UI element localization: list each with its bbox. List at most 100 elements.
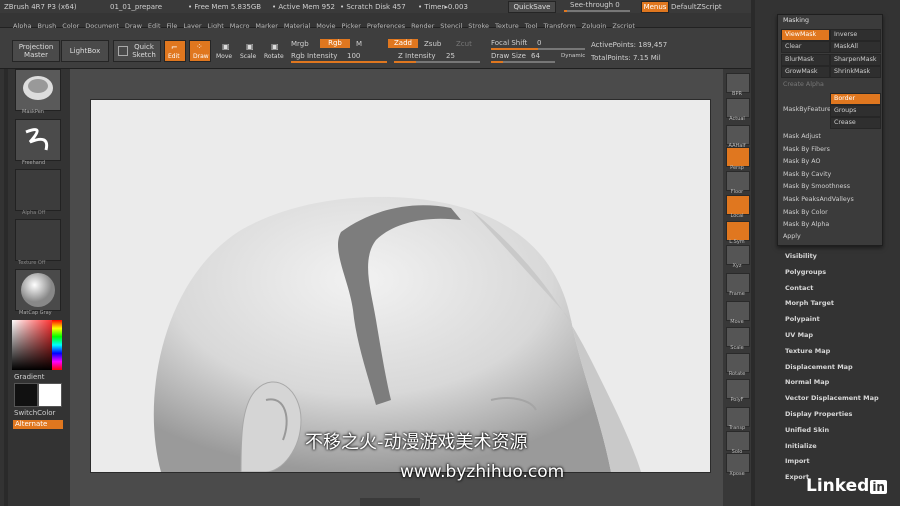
quick-sketch-button[interactable]: Quick Sketch: [113, 40, 161, 62]
alpha-thumbnail[interactable]: [15, 169, 61, 211]
blurmask-button[interactable]: BlurMask: [781, 54, 830, 66]
subpalette-displacement-map[interactable]: Displacement Map: [785, 363, 853, 371]
projection-master-button[interactable]: Projection Master: [12, 40, 60, 62]
rgb-intensity-slider[interactable]: Rgb Intensity 100: [291, 51, 387, 63]
primary-color-swatch[interactable]: [14, 383, 38, 407]
default-zscript-button[interactable]: DefaultZScript: [671, 3, 722, 11]
rotate-button[interactable]: ▣ Rotate: [263, 40, 287, 62]
tool-button-move[interactable]: [726, 301, 750, 321]
mask-item-mask-adjust[interactable]: Mask Adjust: [783, 133, 821, 140]
subpalette-import[interactable]: Import: [785, 457, 810, 465]
tool-button-scale[interactable]: [726, 327, 750, 347]
rotate-label: Rotate: [264, 53, 284, 60]
z-intensity-slider[interactable]: Z Intensity 25: [394, 51, 482, 63]
sharpenmask-button[interactable]: SharpenMask: [830, 54, 881, 66]
tool-button-solo[interactable]: [726, 431, 750, 451]
m-button[interactable]: M: [356, 40, 362, 48]
tool-button-polyf[interactable]: [726, 379, 750, 399]
mrgb-button[interactable]: Mrgb: [291, 40, 309, 48]
draw-button[interactable]: ⁘ Draw: [189, 40, 211, 62]
tool-button-actual[interactable]: [726, 98, 750, 118]
subpalette-unified-skin[interactable]: Unified Skin: [785, 426, 829, 434]
switchcolor-button[interactable]: SwitchColor: [14, 409, 55, 417]
scale-button[interactable]: ▣ Scale: [238, 40, 260, 62]
subpalette-visibility[interactable]: Visibility: [785, 252, 817, 260]
material-thumbnail[interactable]: [15, 269, 61, 311]
tool-button-rotate[interactable]: [726, 353, 750, 373]
viewport-canvas[interactable]: [90, 99, 711, 473]
see-through-slider[interactable]: See-through 0: [560, 0, 636, 12]
clear-button[interactable]: Clear: [781, 41, 830, 53]
draw-size-value: 64: [531, 52, 540, 60]
maskbyfeature-button[interactable]: MaskByFeature: [783, 106, 831, 113]
tool-button-l-sym[interactable]: [726, 221, 750, 241]
growmask-button[interactable]: GrowMask: [781, 66, 830, 78]
tool-button-transp[interactable]: [726, 407, 750, 427]
inverse-button[interactable]: Inverse: [830, 29, 881, 41]
create-alpha-button[interactable]: Create Alpha: [783, 81, 824, 88]
dynamic-button[interactable]: Dynamic: [561, 53, 585, 59]
subpalette-initialize[interactable]: Initialize: [785, 442, 817, 450]
mask-item-mask-by-cavity[interactable]: Mask By Cavity: [783, 171, 831, 178]
hue-slider[interactable]: [52, 320, 62, 370]
tool-button-persp[interactable]: [726, 147, 750, 167]
zsub-button[interactable]: Zsub: [424, 40, 441, 48]
alternate-button[interactable]: Alternate: [13, 420, 63, 429]
shrinkmask-button[interactable]: ShrinkMask: [830, 66, 881, 78]
rgb-intensity-label: Rgb Intensity: [291, 52, 338, 60]
subpalette-normal-map[interactable]: Normal Map: [785, 378, 829, 386]
menus-button[interactable]: Menus: [641, 1, 669, 13]
mask-item-mask-by-color[interactable]: Mask By Color: [783, 209, 828, 216]
tool-button-floor[interactable]: [726, 171, 750, 191]
subpalette-polypaint[interactable]: Polypaint: [785, 315, 820, 323]
rgb-intensity-track: [291, 61, 387, 63]
app-title: ZBrush 4R7 P3 (x64): [4, 3, 77, 11]
rgb-button[interactable]: Rgb: [320, 39, 350, 48]
mask-item-mask-by-fibers[interactable]: Mask By Fibers: [783, 146, 830, 153]
viewmask-button[interactable]: ViewMask: [781, 29, 830, 41]
tool-button-aahalf[interactable]: [726, 125, 750, 145]
focal-shift-slider[interactable]: Focal Shift 0: [491, 38, 585, 50]
subpalette-uv-map[interactable]: UV Map: [785, 331, 813, 339]
texture-thumbnail[interactable]: [15, 219, 61, 261]
border-toggle[interactable]: Border: [830, 93, 881, 105]
masking-title[interactable]: Masking: [783, 17, 809, 24]
secondary-color-swatch[interactable]: [38, 383, 62, 407]
subpalette-polygroups[interactable]: Polygroups: [785, 268, 826, 276]
subpalette-morph-target[interactable]: Morph Target: [785, 299, 834, 307]
linkedin-logo: Linked in: [806, 476, 887, 496]
groups-toggle[interactable]: Groups: [830, 105, 881, 117]
maskall-button[interactable]: MaskAll: [830, 41, 881, 53]
mask-item-mask-by-alpha[interactable]: Mask By Alpha: [783, 221, 829, 228]
quicksave-button[interactable]: QuickSave: [508, 1, 556, 13]
brush-thumbnail[interactable]: [15, 69, 61, 111]
apply-button[interactable]: Apply: [783, 233, 801, 240]
tool-button-xpose[interactable]: [726, 453, 750, 473]
crease-toggle[interactable]: Crease: [830, 117, 881, 129]
subpalette-vector-displacement-map[interactable]: Vector Displacement Map: [785, 394, 879, 402]
tool-button-bpr[interactable]: [726, 73, 750, 93]
tool-button-frame[interactable]: [726, 273, 750, 293]
mask-item-mask-by-ao[interactable]: Mask By AO: [783, 158, 820, 165]
draw-icon: ⁘: [196, 42, 203, 51]
tool-button-xyz[interactable]: [726, 245, 750, 265]
move-button[interactable]: ▣ Move: [214, 40, 236, 62]
tool-label-frame: Frame: [729, 291, 745, 297]
lightbox-button[interactable]: LightBox: [61, 40, 109, 62]
edit-button[interactable]: ⌐ Edit: [164, 40, 186, 62]
mask-item-mask-peaksandvalleys[interactable]: Mask PeaksAndValleys: [783, 196, 854, 203]
subpalette-contact[interactable]: Contact: [785, 284, 813, 292]
bottom-scroll-handle[interactable]: [360, 498, 420, 506]
linkedin-word: Linked: [806, 476, 870, 496]
stroke-thumbnail[interactable]: [15, 119, 61, 161]
scratch-disk: • Scratch Disk 457: [340, 3, 406, 11]
tool-label-xyz: Xyz: [732, 263, 742, 269]
z-intensity-label: Z Intensity: [398, 52, 436, 60]
zcut-button[interactable]: Zcut: [456, 40, 472, 48]
tool-button-local[interactable]: [726, 195, 750, 215]
zadd-button[interactable]: Zadd: [388, 39, 418, 48]
subpalette-display-properties[interactable]: Display Properties: [785, 410, 852, 418]
subpalette-texture-map[interactable]: Texture Map: [785, 347, 830, 355]
mask-item-mask-by-smoothness[interactable]: Mask By Smoothness: [783, 183, 850, 190]
file-name: 01_01_prepare: [110, 3, 163, 11]
